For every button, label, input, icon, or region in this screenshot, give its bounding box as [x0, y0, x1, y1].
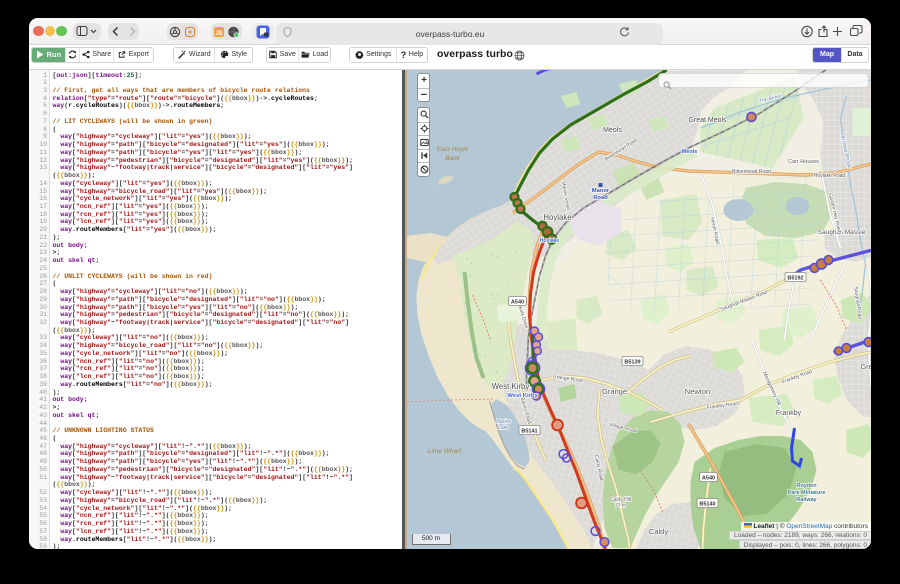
svg-text:JS: JS	[215, 31, 222, 37]
